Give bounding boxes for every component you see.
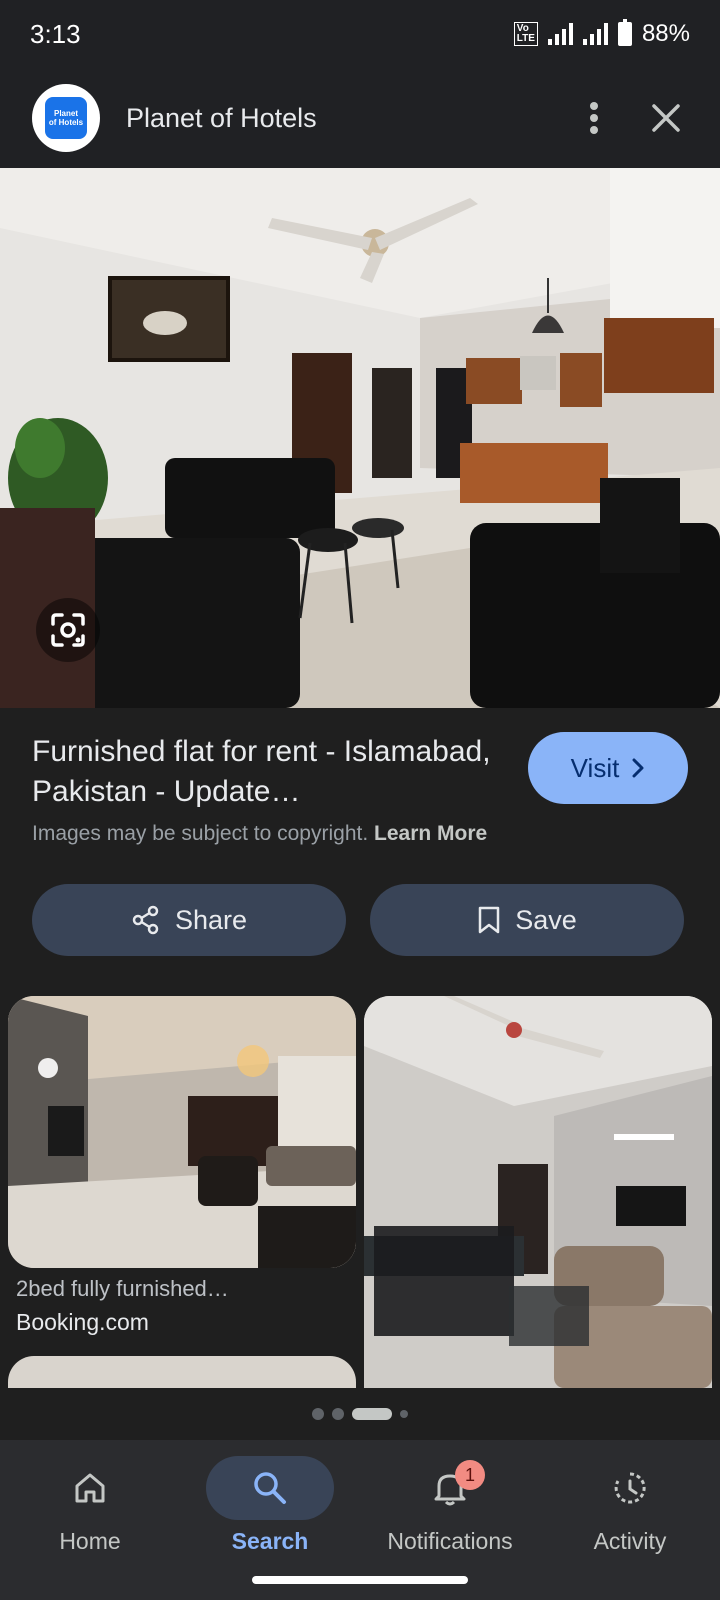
- site-name[interactable]: Planet of Hotels: [126, 103, 544, 134]
- related-image-card[interactable]: [8, 996, 356, 1268]
- battery-percent: 88%: [641, 20, 690, 47]
- related-photo-1: [8, 996, 356, 1268]
- google-lens-button[interactable]: [36, 598, 100, 662]
- pager-dot-active: [352, 1408, 392, 1420]
- close-button[interactable]: [644, 96, 688, 140]
- activity-history-icon: [614, 1472, 646, 1504]
- save-button[interactable]: Save: [370, 884, 684, 956]
- nav-search-label: Search: [231, 1528, 309, 1554]
- related-image-card-2[interactable]: [364, 996, 712, 1388]
- pager-dot: [312, 1408, 324, 1420]
- nav-home-icon-wrap: [26, 1456, 154, 1520]
- visit-label: Visit: [570, 752, 620, 783]
- result-title[interactable]: Furnished flat for rent - Islamabad, Pak…: [32, 732, 502, 812]
- notification-badge: 1: [455, 1460, 485, 1490]
- gesture-bar[interactable]: [252, 1576, 468, 1584]
- signal-icon: [547, 23, 573, 45]
- copyright-notice: Images may be subject to copyright. Lear…: [32, 822, 487, 846]
- related-caption[interactable]: 2bed fully furnished…: [16, 1276, 229, 1302]
- nav-notifications-label: Notifications: [387, 1528, 513, 1554]
- related-photo-2: [364, 996, 712, 1388]
- status-icons: Vo LTE 88%: [513, 19, 690, 48]
- pager-dot: [400, 1410, 408, 1418]
- status-time: 3:13: [30, 18, 81, 49]
- volte-icon: Vo LTE: [513, 22, 538, 46]
- nav-activity-label: Activity: [593, 1528, 667, 1554]
- main-image[interactable]: [0, 168, 720, 708]
- nav-home-label: Home: [59, 1528, 121, 1554]
- pager-dot: [332, 1408, 344, 1420]
- more-options-button[interactable]: [572, 96, 616, 140]
- nav-activity-icon-wrap: [566, 1456, 694, 1520]
- search-icon: [254, 1472, 286, 1504]
- chevron-right-icon: [632, 758, 644, 778]
- save-label: Save: [515, 904, 577, 935]
- nav-home[interactable]: Home: [5, 1448, 175, 1600]
- logo-text-line2: of Hotels: [48, 118, 84, 127]
- share-button[interactable]: Share: [32, 884, 346, 956]
- site-logo-mark: Planet of Hotels: [45, 97, 87, 139]
- status-bar: 3:13 Vo LTE 88%: [0, 0, 720, 68]
- source-header: Planet of Hotels Planet of Hotels: [0, 68, 720, 168]
- related-source: Booking.com: [16, 1309, 149, 1335]
- logo-text-line1: Planet: [53, 109, 78, 118]
- signal-icon-2: [582, 23, 608, 45]
- apartment-photo: [0, 168, 720, 708]
- nav-activity[interactable]: Activity: [545, 1448, 715, 1600]
- home-icon: [75, 1473, 105, 1503]
- share-icon: [132, 905, 159, 935]
- nav-search-icon-wrap: [206, 1456, 334, 1520]
- share-label: Share: [174, 904, 248, 935]
- close-icon: [652, 104, 680, 132]
- lens-icon: [51, 613, 85, 647]
- more-vert-icon: [590, 102, 598, 134]
- learn-more-link[interactable]: Learn More: [374, 822, 487, 845]
- nav-notifications-icon-wrap: [386, 1456, 514, 1520]
- bookmark-icon: [478, 906, 500, 934]
- visit-button[interactable]: Visit: [528, 732, 688, 804]
- battery-icon: [617, 19, 632, 46]
- related-image-card-3[interactable]: [8, 1356, 356, 1388]
- copyright-text: Images may be subject to copyright.: [32, 822, 369, 845]
- site-logo[interactable]: Planet of Hotels: [32, 84, 100, 152]
- carousel-indicator: [0, 1408, 720, 1420]
